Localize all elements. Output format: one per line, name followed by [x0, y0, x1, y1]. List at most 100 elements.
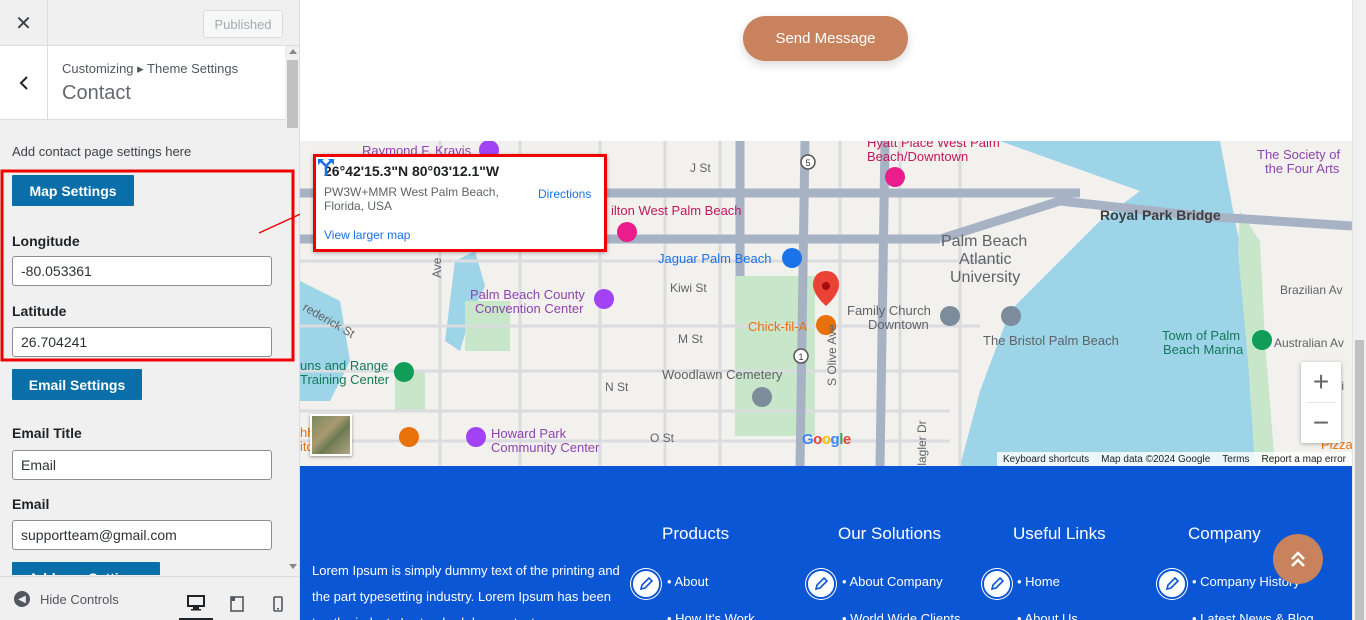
footer-link-home[interactable]: • Home [1017, 574, 1060, 589]
map-label-pba: Palm Beach [941, 233, 1028, 250]
hide-controls-button[interactable]: ◀ Hide Controls [14, 591, 119, 607]
map-label-town-marina-2: Beach Marina [1163, 342, 1244, 357]
map-label-guns: uns and Range [300, 358, 389, 373]
map-label-bristol: The Bristol Palm Beach [983, 333, 1119, 348]
map-label-olive: S Olive Ave [825, 324, 839, 386]
hotel-icon[interactable] [885, 167, 905, 187]
map-info-card: 26°42'15.3"N 80°03'12.1"W PW3W+MMR West … [313, 154, 607, 252]
edit-shortcut-icon-2[interactable] [806, 569, 836, 599]
collapse-icon: ◀ [14, 591, 30, 607]
map-label-m-st: M St [678, 332, 703, 346]
preview-scrollbar[interactable] [1352, 0, 1366, 620]
map-label-brazilian: Brazilian Av [1280, 283, 1343, 297]
footer-col-title-solutions: Our Solutions [838, 524, 941, 543]
edit-shortcut-icon-3[interactable] [982, 569, 1012, 599]
footer-col-title-products: Products [662, 524, 730, 543]
view-larger-map-link[interactable]: View larger map [324, 228, 410, 242]
marina-icon[interactable] [1252, 330, 1272, 350]
edit-shortcut-icon[interactable] [631, 569, 661, 599]
footer-link-latest-news[interactable]: • Latest News & Blog [1192, 611, 1314, 620]
church-icon[interactable] [940, 306, 960, 326]
site-preview: Send Message 5 1 Raymond F. Kravis Hyatt… [300, 0, 1352, 620]
site-footer: Lorem Ipsum is simply dummy text of the … [300, 466, 1352, 620]
preview-desktop-button[interactable] [179, 587, 213, 620]
dealer-icon[interactable] [782, 248, 802, 268]
map-label-society-2: the Four Arts [1265, 161, 1340, 176]
map-label-royal-park-bridge: Royal Park Bridge [1100, 207, 1221, 223]
footer-col-title-useful-links: Useful Links [1013, 524, 1106, 543]
footer-link-how-its-work[interactable]: • How It's Work [667, 611, 755, 620]
hide-controls-label: Hide Controls [40, 591, 119, 607]
preview-tablet-button[interactable] [220, 587, 254, 620]
footer-link-about-us[interactable]: • About Us [1017, 611, 1078, 620]
map-label-family-church: Family Church [847, 303, 931, 318]
send-message-button[interactable]: Send Message [743, 16, 908, 61]
map-label-o-st: O St [650, 431, 675, 445]
satellite-toggle-button[interactable] [310, 414, 352, 456]
desktop-icon [187, 594, 205, 610]
annotation-overlay [0, 169, 322, 362]
footer-link-about[interactable]: • About [667, 574, 708, 589]
keyboard-shortcuts-link[interactable]: Keyboard shortcuts [997, 454, 1095, 465]
scroll-down-icon[interactable] [289, 564, 297, 569]
map-label-flagler: Flagler Dr [915, 420, 929, 466]
google-logo: Google [802, 431, 851, 448]
email-label: Email [12, 496, 50, 512]
double-chevron-up-icon [1291, 551, 1305, 567]
zoom-out-button[interactable]: − [1301, 403, 1341, 443]
map-label-n-st: N St [605, 380, 629, 394]
map-address: PW3W+MMR West Palm Beach, Florida, USA [324, 185, 499, 213]
address-settings-button[interactable]: Address Settings [12, 562, 160, 575]
scroll-to-top-button[interactable] [1273, 534, 1323, 584]
map-label-ave: Ave [430, 257, 444, 278]
hotel-icon-2[interactable] [617, 222, 637, 242]
map-label-chick-fil-a: Chick-fil-A [748, 319, 808, 334]
report-map-error-link[interactable]: Report a map error [1256, 454, 1352, 465]
map-label-kiwi-st: Kiwi St [670, 281, 707, 295]
map-label-society: The Society of [1257, 147, 1341, 162]
map-label-pba-2: Atlantic [959, 251, 1012, 268]
map-label-convention: Palm Beach County [470, 287, 585, 302]
directions-icon[interactable] [316, 157, 336, 177]
preview-mobile-button[interactable] [261, 587, 295, 620]
venue-icon[interactable] [594, 289, 614, 309]
customizer-footer: ◀ Hide Controls [0, 576, 299, 620]
email-title-input[interactable] [12, 450, 272, 480]
preview-scroll-thumb[interactable] [1355, 340, 1364, 620]
map-label-pba-3: University [950, 269, 1021, 286]
cemetery-icon[interactable] [752, 387, 772, 407]
sports-icon[interactable] [394, 362, 414, 382]
edit-shortcut-icon-4[interactable] [1157, 569, 1187, 599]
map-label-jaguar: Jaguar Palm Beach [658, 251, 772, 266]
map-label-howard-2: Community Center [491, 440, 600, 455]
map-zoom-controls: + − [1301, 362, 1341, 443]
email-title-label: Email Title [12, 425, 82, 441]
map-label-hilton: ilton West Palm Beach [611, 203, 742, 218]
terms-link[interactable]: Terms [1216, 454, 1255, 465]
footer-col-title-company: Company [1188, 524, 1261, 543]
map-coordinates: 26°42'15.3"N 80°03'12.1"W [324, 163, 500, 179]
footer-link-about-company[interactable]: • About Company [842, 574, 943, 589]
zoom-in-button[interactable]: + [1301, 362, 1341, 402]
email-input[interactable] [12, 520, 272, 550]
map-label-howard: Howard Park [491, 426, 567, 441]
directions-link[interactable]: Directions [538, 187, 591, 201]
map-data-label: Map data ©2024 Google [1101, 453, 1211, 465]
map-label-convention-2: Convention Center [475, 301, 584, 316]
map-label-town-marina: Town of Palm [1162, 328, 1241, 343]
community-icon[interactable] [466, 427, 486, 447]
footer-link-world-wide-clients[interactable]: • World Wide Clients [842, 611, 960, 620]
route-5-label: 5 [805, 158, 810, 168]
customizer-window: ✕ Published Customizing ▸ Theme Settings… [0, 0, 1366, 620]
theater-icon[interactable] [399, 427, 419, 447]
map-label-guns-2: Training Center [300, 372, 390, 387]
embedded-map[interactable]: 5 1 Raymond F. Kravis Hyatt Place West P… [300, 141, 1352, 466]
map-label-j-st: J St [690, 161, 711, 175]
footer-about-text: Lorem Ipsum is simply dummy text of the … [312, 563, 620, 620]
map-label-woodlawn: Woodlawn Cemetery [662, 367, 783, 382]
map-label-australian: Australian Av [1274, 336, 1344, 350]
route-1-label: 1 [798, 352, 803, 362]
mobile-icon [273, 596, 283, 612]
landmark-icon[interactable] [1001, 306, 1021, 326]
map-label-family-church-2: Downtown [868, 317, 929, 332]
